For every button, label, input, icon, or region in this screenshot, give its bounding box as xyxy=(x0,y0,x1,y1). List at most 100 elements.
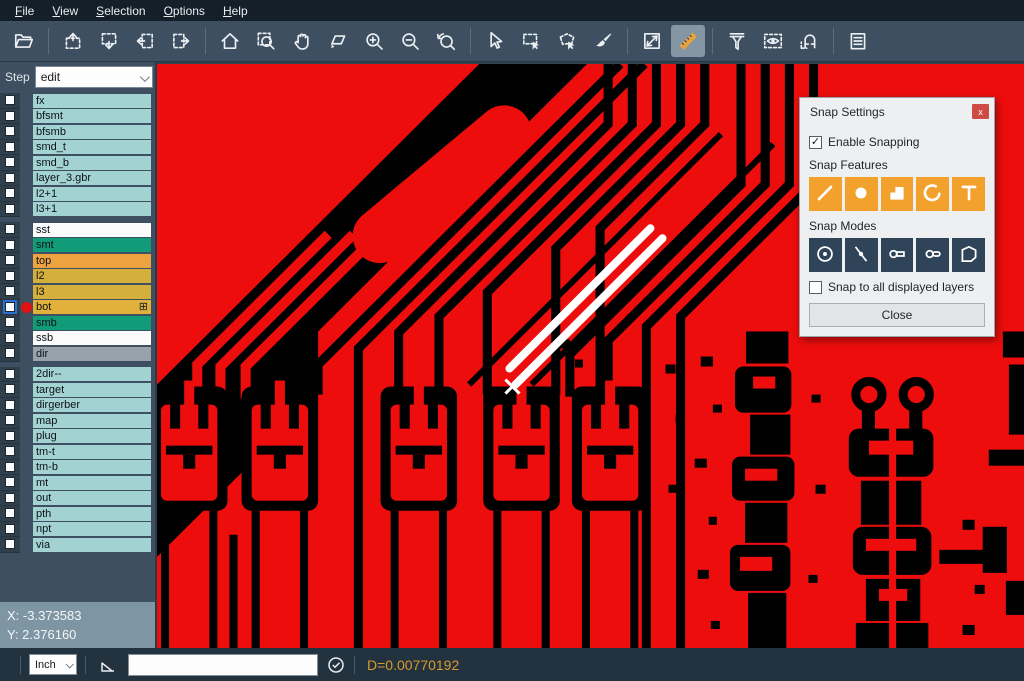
layer-name[interactable]: pth xyxy=(33,507,151,521)
layer-checkbox[interactable] xyxy=(5,204,15,214)
layer-checkbox[interactable] xyxy=(5,384,15,394)
layer-name[interactable]: fx xyxy=(33,94,151,108)
layer-checkbox[interactable] xyxy=(5,271,15,281)
pan-left-button[interactable] xyxy=(128,25,162,57)
layer-checkbox[interactable] xyxy=(5,157,15,167)
dialog-title-bar[interactable]: Snap Settings x xyxy=(800,98,994,125)
layer-name[interactable]: l3 xyxy=(33,285,151,299)
layer-checkbox[interactable] xyxy=(5,508,15,518)
unit-select[interactable]: Inch xyxy=(29,654,77,675)
layer-checkbox[interactable] xyxy=(5,415,15,425)
layer-name[interactable]: bot⊞ xyxy=(33,300,151,314)
menu-view[interactable]: View xyxy=(43,2,87,20)
layer-name[interactable]: ssb xyxy=(33,331,151,345)
dialog-close-button[interactable]: x xyxy=(972,104,989,119)
layer-name[interactable]: map xyxy=(33,414,151,428)
layer-checkbox[interactable] xyxy=(5,286,15,296)
layer-name[interactable]: tm-b xyxy=(33,460,151,474)
layer-checkbox[interactable] xyxy=(5,302,15,312)
layer-checkbox[interactable] xyxy=(5,95,15,105)
layer-checkbox[interactable] xyxy=(5,539,15,549)
snap-feature-arc-button[interactable] xyxy=(916,177,949,211)
layer-checkbox[interactable] xyxy=(5,142,15,152)
apply-refresh-icon[interactable] xyxy=(326,655,346,675)
layer-checkbox[interactable] xyxy=(5,446,15,456)
layer-name[interactable]: sst xyxy=(33,223,151,237)
layer-checkbox[interactable] xyxy=(5,126,15,136)
layer-name[interactable]: layer_3.gbr xyxy=(33,171,151,185)
layer-checkbox[interactable] xyxy=(5,255,15,265)
zoom-out-button[interactable] xyxy=(393,25,427,57)
close-button[interactable]: Close xyxy=(809,303,985,327)
angle-mode-icon[interactable] xyxy=(98,655,118,675)
snap-feature-pad-button[interactable] xyxy=(845,177,878,211)
layer-name[interactable]: l2 xyxy=(33,269,151,283)
layer-name[interactable]: smd_t xyxy=(33,140,151,154)
command-input[interactable] xyxy=(128,654,318,676)
enable-snapping-checkbox[interactable]: ✓ xyxy=(809,136,822,149)
pcb-canvas[interactable]: Snap Settings x ✓ Enable Snapping Snap F… xyxy=(157,62,1024,648)
layer-checkbox[interactable] xyxy=(5,224,15,234)
layer-checkbox[interactable] xyxy=(5,188,15,198)
zoom-object-button[interactable] xyxy=(321,25,355,57)
menu-file[interactable]: File xyxy=(6,2,43,20)
layer-name[interactable]: mt xyxy=(33,476,151,490)
snap-mode-midpoint-button[interactable] xyxy=(845,238,878,272)
layer-name[interactable]: l2+1 xyxy=(33,187,151,201)
layer-name[interactable]: npt xyxy=(33,522,151,536)
layer-checkbox[interactable] xyxy=(5,369,15,379)
layers-list-button[interactable] xyxy=(841,25,875,57)
layer-name[interactable]: tm-t xyxy=(33,445,151,459)
layer-name[interactable]: target xyxy=(33,383,151,397)
layer-name[interactable]: 2dir-- xyxy=(33,367,151,381)
layer-checkbox[interactable] xyxy=(5,493,15,503)
snap-button[interactable] xyxy=(792,25,826,57)
snap-mode-vertex-button[interactable] xyxy=(952,238,985,272)
layer-name[interactable]: via xyxy=(33,538,151,552)
home-button[interactable] xyxy=(213,25,247,57)
layer-name[interactable]: bfsmb xyxy=(33,125,151,139)
brush-button[interactable] xyxy=(586,25,620,57)
ruler-button[interactable] xyxy=(671,25,705,57)
layer-name[interactable]: smd_b xyxy=(33,156,151,170)
snap-mode-center-button[interactable] xyxy=(809,238,842,272)
layer-name[interactable]: out xyxy=(33,491,151,505)
layer-checkbox[interactable] xyxy=(5,111,15,121)
snap-all-layers-checkbox[interactable] xyxy=(809,281,822,294)
layer-checkbox[interactable] xyxy=(5,240,15,250)
layer-checkbox[interactable] xyxy=(5,477,15,487)
layer-checkbox[interactable] xyxy=(5,348,15,358)
show-hide-button[interactable] xyxy=(756,25,790,57)
layer-checkbox[interactable] xyxy=(5,462,15,472)
step-select[interactable]: edit xyxy=(35,66,153,88)
zoom-previous-button[interactable] xyxy=(429,25,463,57)
layer-name[interactable]: smt xyxy=(33,238,151,252)
rect-select-button[interactable] xyxy=(514,25,548,57)
layer-checkbox[interactable] xyxy=(5,431,15,441)
menu-help[interactable]: Help xyxy=(214,2,257,20)
menu-options[interactable]: Options xyxy=(155,2,214,20)
enable-snapping-row[interactable]: ✓ Enable Snapping xyxy=(809,135,985,149)
layer-checkbox[interactable] xyxy=(5,173,15,183)
layer-name[interactable]: dir xyxy=(33,347,151,361)
snap-all-layers-row[interactable]: Snap to all displayed layers xyxy=(809,280,985,294)
layer-name[interactable]: smb xyxy=(33,316,151,330)
open-button[interactable] xyxy=(7,25,41,57)
layer-name[interactable]: plug xyxy=(33,429,151,443)
pan-down-button[interactable] xyxy=(92,25,126,57)
filter-button[interactable] xyxy=(720,25,754,57)
layer-checkbox[interactable] xyxy=(5,400,15,410)
zoom-area-button[interactable] xyxy=(249,25,283,57)
layer-checkbox[interactable] xyxy=(5,524,15,534)
grid-icon[interactable]: ⊞ xyxy=(139,302,148,312)
pan-up-button[interactable] xyxy=(56,25,90,57)
layer-name[interactable]: dirgerber xyxy=(33,398,151,412)
snap-mode-slot-end-button[interactable] xyxy=(881,238,914,272)
layer-checkbox[interactable] xyxy=(5,333,15,343)
layer-name[interactable]: bfsmt xyxy=(33,109,151,123)
layer-name[interactable]: top xyxy=(33,254,151,268)
polygon-select-button[interactable] xyxy=(550,25,584,57)
pan-hand-button[interactable] xyxy=(285,25,319,57)
snap-feature-text-button[interactable] xyxy=(952,177,985,211)
layer-checkbox[interactable] xyxy=(5,317,15,327)
